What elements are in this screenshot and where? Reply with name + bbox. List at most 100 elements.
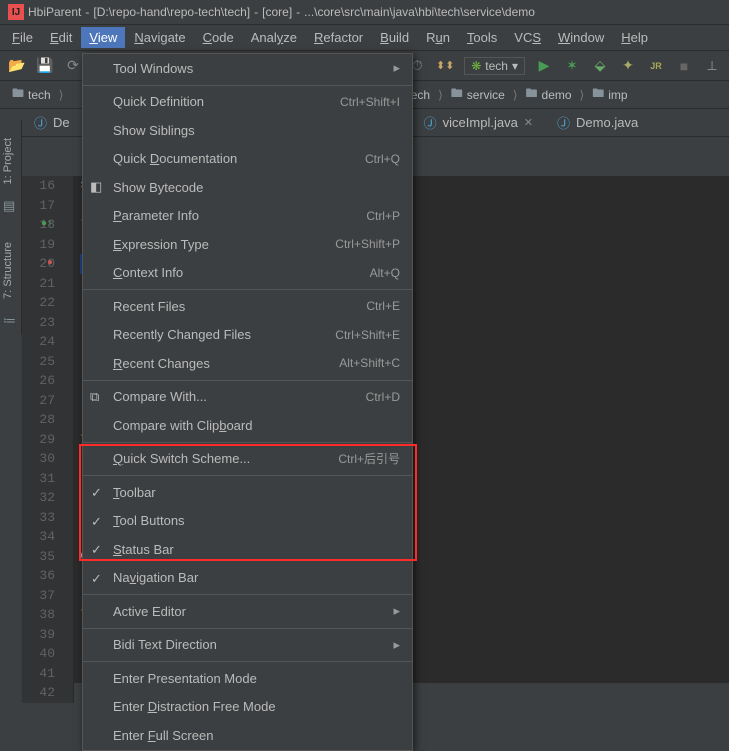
spring-icon: ❋ bbox=[471, 59, 481, 73]
shortcut: Ctrl+Shift+I bbox=[340, 95, 400, 109]
shortcut: Ctrl+D bbox=[366, 390, 400, 404]
view-menu-item[interactable]: Recent FilesCtrl+E bbox=[83, 292, 412, 321]
view-menu-item[interactable]: Enter Distraction Free Mode bbox=[83, 693, 412, 722]
menu-view[interactable]: View bbox=[81, 27, 125, 48]
title-file: ...\core\src\main\java\hbi\tech\service\… bbox=[304, 5, 535, 19]
view-menu-item[interactable]: Enter Presentation Mode bbox=[83, 664, 412, 693]
run-config-label: tech bbox=[485, 59, 508, 73]
submenu-arrow-icon: ▸ bbox=[393, 60, 400, 76]
crumb-imp[interactable]: 🖿imp bbox=[588, 84, 639, 105]
view-menu-item[interactable]: Enter Full Screen bbox=[83, 721, 412, 750]
menu-window[interactable]: Window bbox=[550, 27, 612, 48]
settings-icon[interactable]: ⬍⬍ bbox=[436, 57, 454, 75]
java-file-icon: Ⓙ bbox=[424, 113, 437, 132]
menu-run[interactable]: Run bbox=[418, 27, 458, 48]
submenu-arrow-icon: ▸ bbox=[393, 603, 400, 619]
editor-tab[interactable]: ⒿDe bbox=[22, 109, 82, 136]
profiler-icon[interactable]: ✦ bbox=[619, 57, 637, 75]
menu-vcs[interactable]: VCS bbox=[506, 27, 549, 48]
shortcut: Ctrl+后引号 bbox=[338, 450, 400, 467]
structure-icon: ≔ bbox=[3, 313, 19, 329]
crumb-tech[interactable]: 🖿tech bbox=[8, 84, 67, 105]
view-menu-item[interactable]: Active Editor▸ bbox=[83, 597, 412, 626]
view-menu-item[interactable]: Expression TypeCtrl+Shift+P bbox=[83, 230, 412, 259]
shortcut: Ctrl+Q bbox=[365, 152, 400, 166]
check-icon: ✓ bbox=[91, 542, 102, 558]
java-file-icon: Ⓙ bbox=[557, 113, 570, 132]
check-icon: ✓ bbox=[91, 485, 102, 501]
folder-icon: 🖿 bbox=[12, 84, 24, 105]
left-tool-strip: 1: Project ▤ 7: Structure ≔ bbox=[0, 120, 22, 335]
error-marker-icon: ● bbox=[47, 254, 53, 274]
title-app: HbiParent bbox=[28, 5, 81, 19]
crumb-demo[interactable]: 🖿demo bbox=[522, 84, 589, 105]
menu-navigate[interactable]: Navigate bbox=[126, 27, 193, 48]
refresh-icon[interactable]: ⟳ bbox=[64, 57, 82, 75]
close-icon[interactable]: ✕ bbox=[524, 116, 533, 129]
view-menu-item[interactable]: ✓Status Bar bbox=[83, 535, 412, 564]
view-menu-item[interactable]: ✓Navigation Bar bbox=[83, 564, 412, 593]
title-bar: IJ HbiParent - [D:\repo-hand\repo-tech\t… bbox=[0, 0, 729, 25]
menu-code[interactable]: Code bbox=[195, 27, 242, 48]
view-menu-item[interactable]: Quick DefinitionCtrl+Shift+I bbox=[83, 88, 412, 117]
vcs-marker-icon: ●↑ bbox=[41, 215, 53, 235]
shortcut: Ctrl+E bbox=[366, 299, 400, 313]
folder-icon: 🖿 bbox=[451, 84, 463, 105]
title-module: [core] bbox=[262, 5, 292, 19]
stop-icon-tb[interactable]: ■ bbox=[675, 57, 693, 75]
view-menu-item[interactable]: Tool Windows▸ bbox=[83, 54, 412, 83]
menu-tools[interactable]: Tools bbox=[459, 27, 505, 48]
view-menu-item[interactable]: ✓Tool Buttons bbox=[83, 507, 412, 536]
view-menu-item[interactable]: ◧Show Bytecode bbox=[83, 173, 412, 202]
view-menu-item[interactable]: ⧉Compare With...Ctrl+D bbox=[83, 383, 412, 412]
more-icon[interactable]: ⟂ bbox=[703, 57, 721, 75]
check-icon: ✓ bbox=[91, 571, 102, 587]
folder-icon: 🖿 bbox=[592, 84, 604, 105]
menu-help[interactable]: Help bbox=[613, 27, 656, 48]
view-menu-item[interactable]: Bidi Text Direction▸ bbox=[83, 631, 412, 660]
shortcut: Alt+Shift+C bbox=[339, 356, 400, 370]
crumb-service[interactable]: 🖿service bbox=[447, 84, 522, 105]
tool-project[interactable]: 1: Project bbox=[0, 130, 16, 192]
menu-refactor[interactable]: Refactor bbox=[306, 27, 371, 48]
menu-analyze[interactable]: Analyze bbox=[243, 27, 305, 48]
submenu-arrow-icon: ▸ bbox=[393, 637, 400, 653]
view-menu-item[interactable]: Recently Changed FilesCtrl+Shift+E bbox=[83, 321, 412, 350]
run-icon[interactable]: ▶ bbox=[535, 57, 553, 75]
view-menu-item[interactable]: Context InfoAlt+Q bbox=[83, 259, 412, 288]
folder-icon: 🖿 bbox=[526, 84, 538, 105]
save-icon[interactable]: 💾 bbox=[36, 57, 54, 75]
coverage-icon[interactable]: ⬙ bbox=[591, 57, 609, 75]
folder-icon: ▤ bbox=[3, 198, 19, 214]
editor-tab[interactable]: ⒿDemo.java bbox=[545, 109, 650, 136]
view-menu-item[interactable]: Quick Switch Scheme...Ctrl+后引号 bbox=[83, 445, 412, 474]
title-path: [D:\repo-hand\repo-tech\tech] bbox=[93, 5, 250, 19]
shortcut: Alt+Q bbox=[370, 266, 400, 280]
view-menu-dropdown: Tool Windows▸ Quick DefinitionCtrl+Shift+… bbox=[82, 53, 413, 751]
open-icon[interactable]: 📂 bbox=[8, 57, 26, 75]
run-config-selector[interactable]: ❋ tech ▾ bbox=[464, 57, 525, 75]
view-menu-item[interactable]: Show Siblings bbox=[83, 116, 412, 145]
tool-structure[interactable]: 7: Structure bbox=[0, 234, 16, 307]
java-file-icon: Ⓙ bbox=[34, 113, 47, 132]
view-menu-item[interactable]: Quick DocumentationCtrl+Q bbox=[83, 145, 412, 174]
chevron-down-icon: ▾ bbox=[512, 59, 518, 73]
app-icon: IJ bbox=[8, 4, 24, 20]
view-menu-item[interactable]: Parameter InfoCtrl+P bbox=[83, 202, 412, 231]
shortcut: Ctrl+P bbox=[366, 209, 400, 223]
menu-file[interactable]: File bbox=[4, 27, 41, 48]
menu-item-icon: ⧉ bbox=[90, 389, 99, 405]
menu-bar: FileEditViewNavigateCodeAnalyzeRefactorB… bbox=[0, 25, 729, 51]
debug-icon[interactable]: ✶ bbox=[563, 57, 581, 75]
view-menu-item[interactable]: Recent ChangesAlt+Shift+C bbox=[83, 349, 412, 378]
menu-item-icon: ◧ bbox=[90, 179, 102, 195]
editor-tab[interactable]: ⒿviceImpl.java✕ bbox=[412, 109, 545, 136]
line-gutter: 161718●↑1920●212223242526272829303132333… bbox=[22, 176, 74, 703]
menu-build[interactable]: Build bbox=[372, 27, 417, 48]
menu-edit[interactable]: Edit bbox=[42, 27, 80, 48]
jrebel-icon[interactable]: JR bbox=[647, 57, 665, 75]
check-icon: ✓ bbox=[91, 514, 102, 530]
view-menu-item[interactable]: Compare with Clipboard bbox=[83, 411, 412, 440]
view-menu-item[interactable]: ✓Toolbar bbox=[83, 478, 412, 507]
shortcut: Ctrl+Shift+P bbox=[335, 237, 400, 251]
